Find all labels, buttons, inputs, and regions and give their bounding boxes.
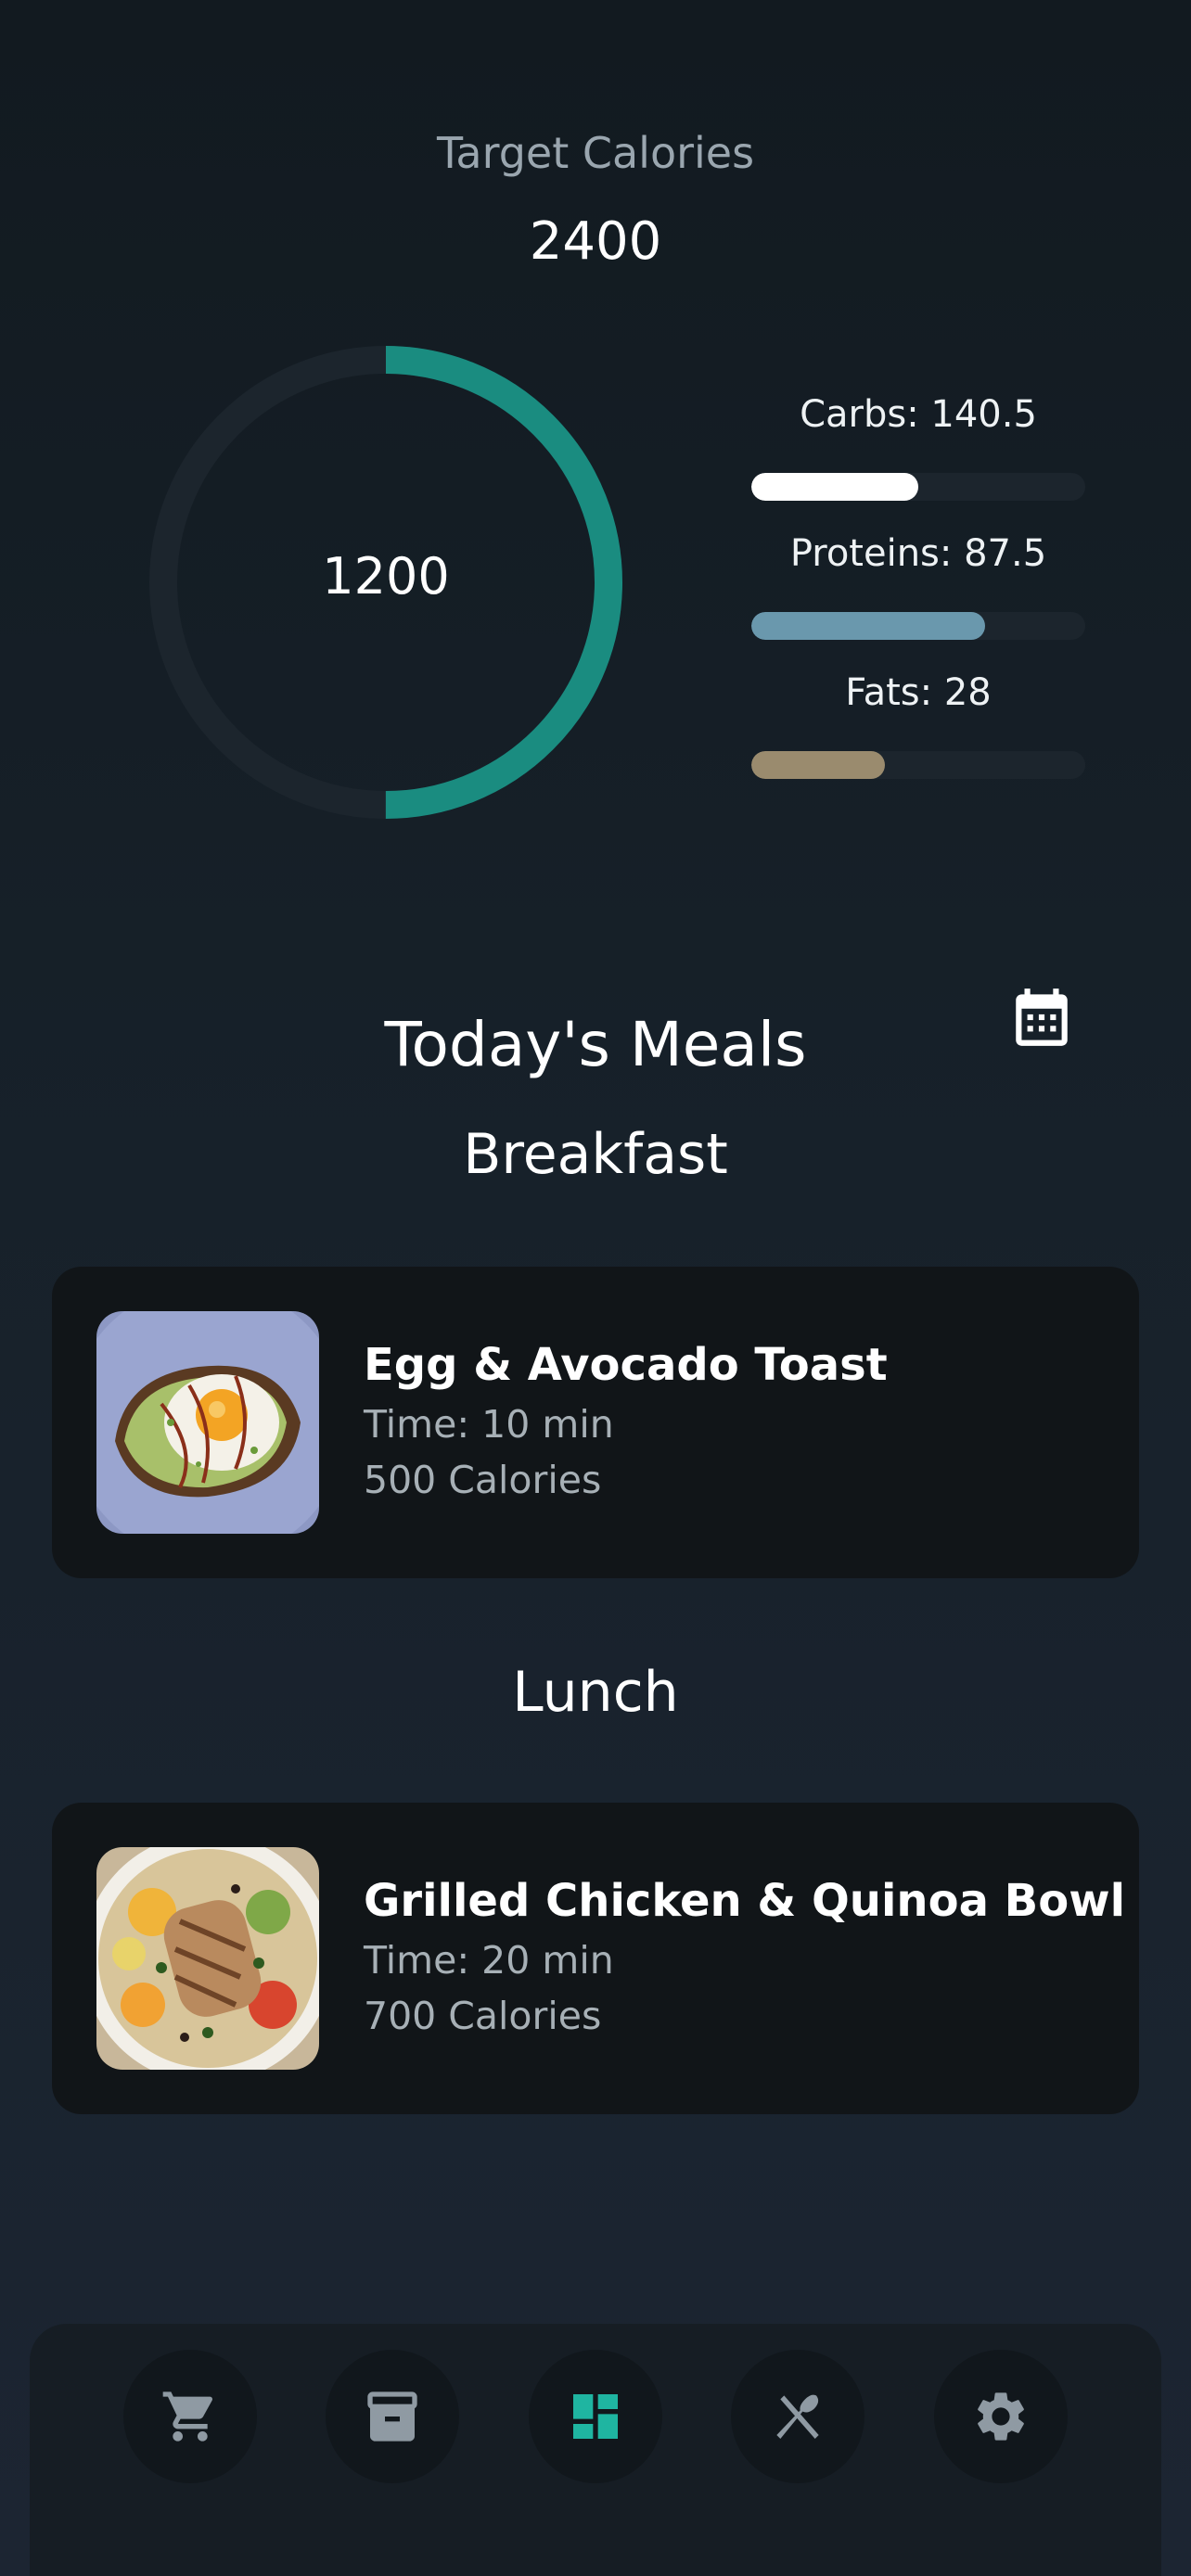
meal-card-breakfast[interactable]: Egg & Avocado Toast Time: 10 min 500 Cal… <box>52 1267 1139 1578</box>
nav-archive-button[interactable] <box>326 2350 459 2483</box>
cart-icon <box>162 2391 213 2442</box>
carbs-bar-fill <box>751 473 918 501</box>
avocado-toast-photo <box>96 1311 319 1534</box>
chicken-quinoa-bowl-photo <box>96 1847 319 2070</box>
target-calories-value: 2400 <box>529 211 662 272</box>
lunch-title: Lunch <box>512 1660 679 1725</box>
carbs-label: Carbs: 140.5 <box>800 393 1037 436</box>
fats-bar-fill <box>751 751 885 779</box>
meal-calories: 700 Calories <box>364 1994 602 2038</box>
dashboard-icon <box>573 2394 618 2439</box>
calendar-icon[interactable] <box>1007 981 1076 1053</box>
proteins-bar-fill <box>751 612 985 640</box>
breakfast-title: Breakfast <box>463 1122 728 1187</box>
meal-name: Grilled Chicken & Quinoa Bowl <box>364 1875 1126 1927</box>
meal-time: Time: 10 min <box>364 1402 614 1447</box>
nav-utensils-button[interactable] <box>731 2350 864 2483</box>
fats-bar <box>751 751 1085 779</box>
fats-label: Fats: 28 <box>845 671 992 714</box>
proteins-bar <box>751 612 1085 640</box>
target-calories-label: Target Calories <box>436 128 755 178</box>
carbs-bar <box>751 473 1085 501</box>
meal-name: Egg & Avocado Toast <box>364 1339 888 1391</box>
consumed-calories-value: 1200 <box>322 547 450 606</box>
meal-calories: 500 Calories <box>364 1458 602 1502</box>
utensils-icon <box>776 2394 819 2439</box>
nav-cart-button[interactable] <box>123 2350 257 2483</box>
meal-time: Time: 20 min <box>364 1938 614 1983</box>
nav-dashboard-button[interactable] <box>529 2350 662 2483</box>
archive-icon <box>367 2391 417 2442</box>
meal-card-lunch[interactable]: Grilled Chicken & Quinoa Bowl Time: 20 m… <box>52 1803 1139 2114</box>
proteins-label: Proteins: 87.5 <box>789 532 1047 575</box>
gear-icon <box>978 2392 1024 2441</box>
nav-settings-button[interactable] <box>934 2350 1068 2483</box>
